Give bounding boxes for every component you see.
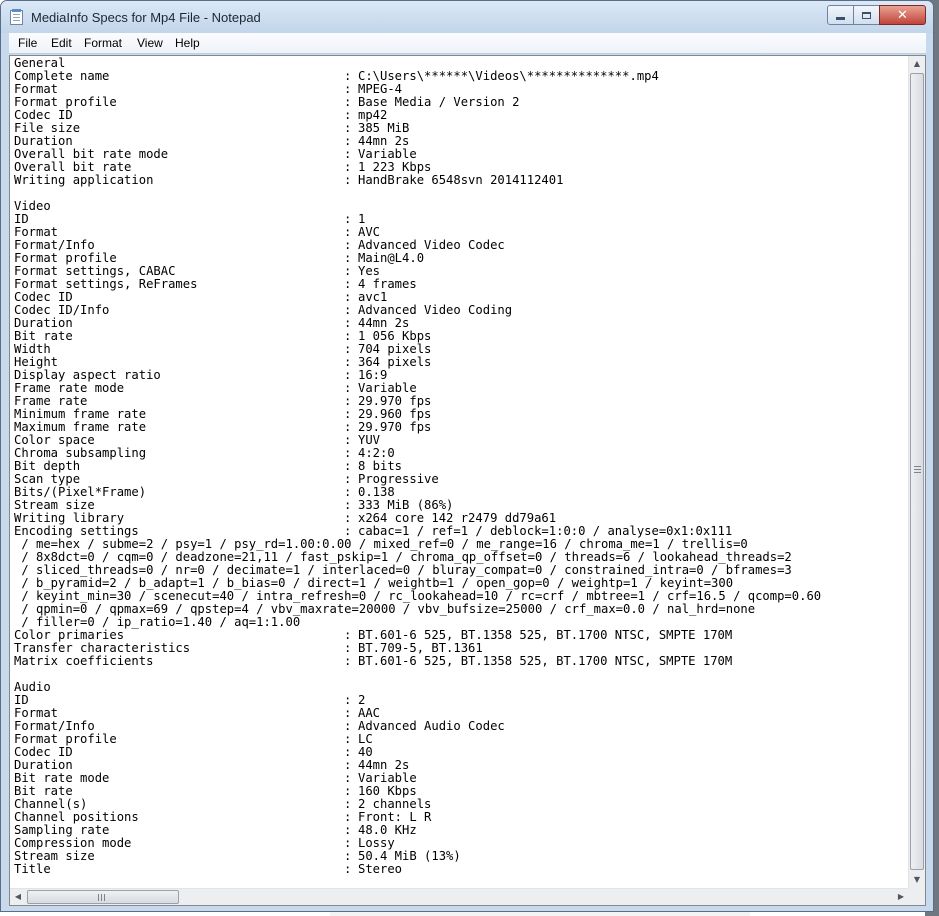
title-bar[interactable]: MediaInfo Specs for Mp4 File - Notepad ✕ (1, 1, 933, 33)
text-line: Bits/(Pixel*Frame):0.138 (14, 486, 909, 499)
grip-icon (914, 466, 921, 473)
text-line: Codec ID:40 (14, 746, 909, 759)
text-line: Maximum frame rate:29.970 fps (14, 421, 909, 434)
text-line (14, 187, 909, 200)
scroll-down-icon[interactable]: ▼ (909, 872, 925, 888)
text-line: Format/Info: Advanced Audio Codec (14, 720, 909, 733)
field-label: Title (14, 862, 51, 876)
text-line: Codec ID: mp42 (14, 109, 909, 122)
menu-view[interactable]: View (137, 36, 163, 50)
field-label: Writing application (14, 173, 154, 187)
text-line: Bit rate:160 Kbps (14, 785, 909, 798)
text-line: Channel positions: Front: L R (14, 811, 909, 824)
maximize-icon (862, 11, 871, 19)
text-line: Video (14, 200, 909, 213)
menu-bar: File Edit Format View Help (9, 33, 926, 54)
text-line: Scan type: Progressive (14, 473, 909, 486)
text-line: Stream size:50.4 MiB (13%) (14, 850, 909, 863)
field-separator: : (344, 173, 352, 187)
text-line: Matrix coefficients: BT.601-6 525, BT.135… (14, 655, 909, 668)
text-line: Format profile: LC (14, 733, 909, 746)
text-line (14, 668, 909, 681)
text-line: Color space: YUV (14, 434, 909, 447)
text-line: Duration:44mn 2s (14, 317, 909, 330)
text-line: Format settings, ReFrames:4 frames (14, 278, 909, 291)
close-button[interactable]: ✕ (879, 5, 926, 25)
text-line: Title: Stereo (14, 863, 909, 876)
field-value: Advanced Audio Codec (358, 719, 505, 733)
text-line: Compression mode: Lossy (14, 837, 909, 850)
text-line: Audio (14, 681, 909, 694)
menu-help[interactable]: Help (175, 36, 200, 50)
text-content[interactable]: General Complete name: C:\Users\******\Vid… (14, 57, 909, 887)
scroll-right-icon[interactable]: ▶ (893, 889, 909, 905)
text-line: Format profile: Base Media / Version 2 (14, 96, 909, 109)
scroll-up-icon[interactable]: ▲ (909, 56, 925, 72)
field-label: Matrix coefficients (14, 654, 154, 668)
text-editor[interactable]: General Complete name: C:\Users\******\Vid… (9, 55, 926, 906)
text-line: Duration:44mn 2s (14, 759, 909, 772)
text-line: Bit rate mode: Variable (14, 772, 909, 785)
text-line: Frame rate:29.970 fps (14, 395, 909, 408)
text-line: Minimum frame rate:29.960 fps (14, 408, 909, 421)
text-line: Channel(s):2 channels (14, 798, 909, 811)
text-line: Chroma subsampling:4:2:0 (14, 447, 909, 460)
vertical-scrollbar[interactable]: ▲ ▼ (908, 56, 925, 888)
text-line: Writing application: HandBrake 6548svn 20… (14, 174, 909, 187)
text-line: Bit depth:8 bits (14, 460, 909, 473)
minimize-button[interactable] (827, 5, 854, 25)
horizontal-scrollbar[interactable]: ◀ ▶ (10, 888, 909, 905)
text-line: Sampling rate:48.0 KHz (14, 824, 909, 837)
text-line: Width:704 pixels (14, 343, 909, 356)
grip-icon (98, 894, 105, 901)
field-value: Stereo (358, 862, 403, 876)
text-line: Complete name: C:\Users\******\Videos\***… (14, 70, 909, 83)
text-line: Format/Info: Advanced Video Codec (14, 239, 909, 252)
text-line: Display aspect ratio:16:9 (14, 369, 909, 382)
field-value: C:\Users\******\Videos\**************.mp… (358, 69, 659, 83)
close-icon: ✕ (897, 7, 908, 23)
menu-file[interactable]: File (18, 36, 37, 50)
text-line: Frame rate mode: Variable (14, 382, 909, 395)
maximize-button[interactable] (853, 5, 880, 25)
scroll-left-icon[interactable]: ◀ (10, 889, 26, 905)
notepad-icon[interactable] (10, 9, 23, 25)
field-separator: : (344, 862, 352, 876)
text-line: Bit rate:1 056 Kbps (14, 330, 909, 343)
text-line: Overall bit rate mode: Variable (14, 148, 909, 161)
minimize-icon (836, 16, 845, 20)
text-line: Codec ID/Info: Advanced Video Coding (14, 304, 909, 317)
horizontal-scroll-thumb[interactable] (27, 890, 179, 904)
text-line: ID:1 (14, 213, 909, 226)
menu-format[interactable]: Format (84, 36, 122, 50)
scrollbar-corner (908, 888, 925, 905)
vertical-scroll-thumb[interactable] (910, 73, 924, 870)
field-value: HandBrake 6548svn 2014112401 (358, 173, 564, 187)
field-separator: : (344, 654, 352, 668)
text-line: ID:2 (14, 694, 909, 707)
window-title: MediaInfo Specs for Mp4 File - Notepad (31, 10, 261, 25)
notepad-window: MediaInfo Specs for Mp4 File - Notepad ✕… (0, 0, 934, 912)
menu-edit[interactable]: Edit (51, 36, 72, 50)
field-value: BT.601-6 525, BT.1358 525, BT.1700 NTSC,… (358, 654, 733, 668)
text-line: File size:385 MiB (14, 122, 909, 135)
